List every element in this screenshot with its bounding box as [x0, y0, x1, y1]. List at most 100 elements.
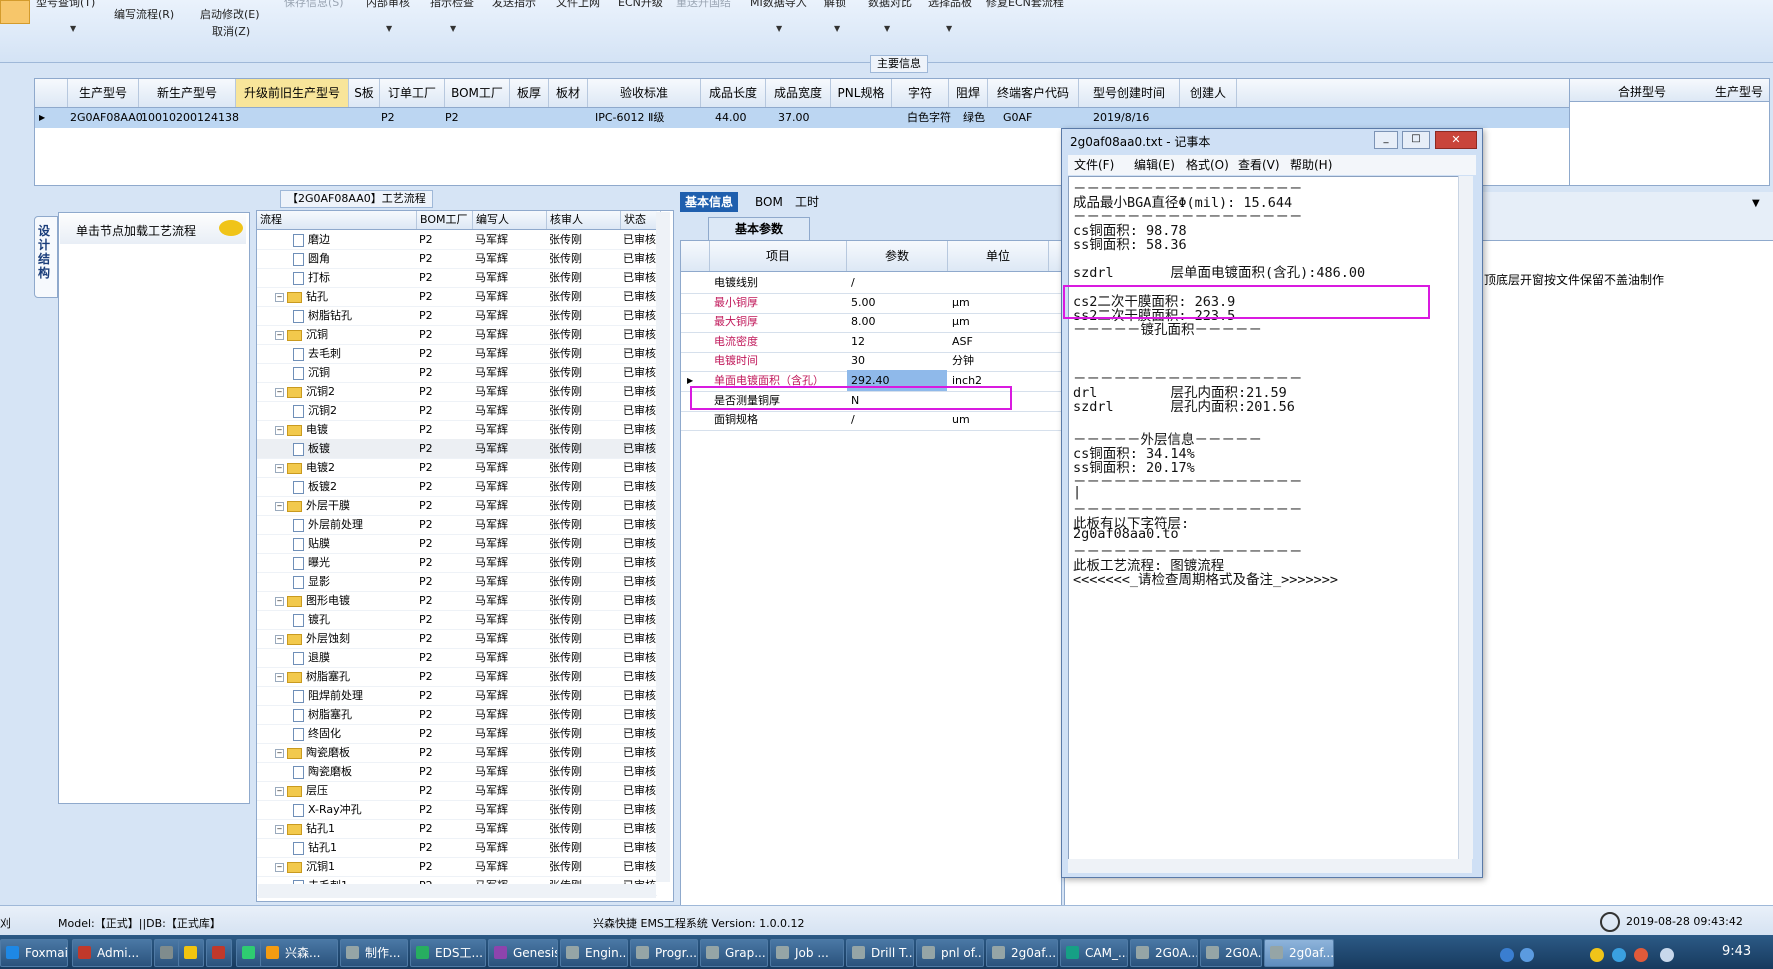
tree-node[interactable]: 打标	[293, 268, 413, 287]
col-flow[interactable]: 流程	[257, 211, 417, 229]
tree-cell-reviewer[interactable]: 张传刚	[549, 249, 619, 268]
tree-node[interactable]: 去毛刺	[293, 344, 413, 363]
tree-cell-bom[interactable]: P2	[419, 705, 469, 724]
tree-cell-reviewer[interactable]: 张传刚	[549, 724, 619, 743]
tree-cell-status[interactable]: 已审核	[623, 268, 657, 287]
tree-cell-reviewer[interactable]: 张传刚	[549, 306, 619, 325]
param-value[interactable]: 8.00	[851, 311, 947, 332]
tree-cell-reviewer[interactable]: 张传刚	[549, 439, 619, 458]
tree-cell-reviewer[interactable]: 张传刚	[549, 534, 619, 553]
tree-row[interactable]: 曝光 P2 马军辉 张传刚 已审核	[257, 553, 657, 573]
dropdown-arrow-icon[interactable]: ▼	[834, 24, 840, 33]
param-item[interactable]: 最大铜厚	[714, 311, 844, 332]
select-board-button[interactable]: 选择品板	[928, 0, 972, 10]
dropdown-arrow-icon[interactable]: ▼	[386, 24, 392, 33]
tree-cell-bom[interactable]: P2	[419, 477, 469, 496]
taskbar-button[interactable]: 2g0af...	[1264, 939, 1334, 967]
col-char[interactable]: 字符	[892, 79, 949, 107]
tree-cell-status[interactable]: 已审核	[623, 591, 657, 610]
param-row[interactable]: 面铜规格 / um	[681, 409, 1061, 432]
tree-row[interactable]: − 层压 P2 马军辉 张传刚 已审核	[257, 781, 657, 801]
tree-cell-writer[interactable]: 马军辉	[475, 838, 545, 857]
cell-width[interactable]: 37.00	[778, 108, 810, 128]
tree-node[interactable]: 沉铜2	[293, 401, 413, 420]
tree-vertical-scrollbar[interactable]	[656, 212, 670, 882]
tree-cell-writer[interactable]: 马军辉	[475, 819, 545, 838]
taskbar-button[interactable]: Progr...	[630, 939, 698, 967]
param-value[interactable]: /	[851, 272, 947, 293]
tree-cell-reviewer[interactable]: 张传刚	[549, 382, 619, 401]
tree-cell-bom[interactable]: P2	[419, 496, 469, 515]
collapse-arrow-icon[interactable]: ▼	[1752, 198, 1760, 209]
dropdown-arrow-icon[interactable]: ▼	[70, 24, 76, 33]
tree-node[interactable]: − 钻孔1	[275, 819, 413, 838]
tree-node[interactable]: X-Ray冲孔	[293, 800, 413, 819]
tree-horizontal-scrollbar[interactable]	[258, 884, 656, 898]
tree-cell-reviewer[interactable]: 张传刚	[549, 420, 619, 439]
col-bom-factory[interactable]: BOM工厂	[417, 211, 473, 229]
dropdown-arrow-icon[interactable]: ▼	[884, 24, 890, 33]
menu-file[interactable]: 文件(F)	[1074, 155, 1114, 175]
security-icon[interactable]	[1590, 948, 1604, 962]
tree-cell-writer[interactable]: 马军辉	[475, 648, 545, 667]
tree-row[interactable]: 外层前处理 P2 马军辉 张传刚 已审核	[257, 515, 657, 535]
tree-cell-status[interactable]: 已审核	[623, 800, 657, 819]
tree-cell-status[interactable]: 已审核	[623, 724, 657, 743]
tree-row[interactable]: − 钻孔 P2 马军辉 张传刚 已审核	[257, 287, 657, 307]
tree-cell-status[interactable]: 已审核	[623, 382, 657, 401]
tree-cell-writer[interactable]: 马军辉	[475, 534, 545, 553]
ecn-upgrade-button[interactable]: ECN升级	[618, 0, 663, 10]
tree-cell-status[interactable]: 已审核	[623, 762, 657, 781]
tree-row[interactable]: 打标 P2 马军辉 张传刚 已审核	[257, 268, 657, 288]
tree-cell-status[interactable]: 已审核	[623, 344, 657, 363]
tab-bom[interactable]: BOM	[750, 192, 788, 212]
taskbar-button[interactable]: Grap...	[700, 939, 768, 967]
cell-bom-factory[interactable]: P2	[445, 108, 459, 128]
tree-node[interactable]: − 沉铜1	[275, 857, 413, 876]
cell-created[interactable]: 2019/8/16	[1093, 108, 1149, 128]
param-item[interactable]: 面铜规格	[714, 409, 844, 430]
save-info-button[interactable]: 保存信息(S)	[284, 0, 344, 10]
tree-cell-status[interactable]: 已审核	[623, 838, 657, 857]
tree-cell-bom[interactable]: P2	[419, 382, 469, 401]
tree-row[interactable]: − 外层干膜 P2 马军辉 张传刚 已审核	[257, 496, 657, 516]
tree-node[interactable]: 阻焊前处理	[293, 686, 413, 705]
tree-row[interactable]: 显影 P2 马军辉 张传刚 已审核	[257, 572, 657, 592]
tree-cell-writer[interactable]: 马军辉	[475, 230, 545, 249]
tree-cell-status[interactable]: 已审核	[623, 610, 657, 629]
tree-row[interactable]: 板镀2 P2 马军辉 张传刚 已审核	[257, 477, 657, 497]
tree-row[interactable]: 退膜 P2 马军辉 张传刚 已审核	[257, 648, 657, 668]
tree-row[interactable]: 去毛刺 P2 马军辉 张传刚 已审核	[257, 344, 657, 364]
tree-cell-status[interactable]: 已审核	[623, 420, 657, 439]
cancel-button[interactable]: 取消(Z)	[212, 23, 250, 39]
taskbar-button[interactable]: 2G0A...	[1200, 939, 1262, 967]
tree-node[interactable]: 圆角	[293, 249, 413, 268]
tree-cell-reviewer[interactable]: 张传刚	[549, 686, 619, 705]
tree-cell-writer[interactable]: 马军辉	[475, 743, 545, 762]
tree-cell-writer[interactable]: 马军辉	[475, 857, 545, 876]
tree-cell-bom[interactable]: P2	[419, 344, 469, 363]
col-order-factory[interactable]: 订单工厂	[380, 79, 445, 107]
tree-cell-bom[interactable]: P2	[419, 249, 469, 268]
tree-cell-writer[interactable]: 马军辉	[475, 249, 545, 268]
tree-node[interactable]: − 陶瓷磨板	[275, 743, 413, 762]
col-writer[interactable]: 编写人	[473, 211, 547, 229]
tree-cell-writer[interactable]: 马军辉	[475, 553, 545, 572]
tree-cell-reviewer[interactable]: 张传刚	[549, 591, 619, 610]
tree-cell-status[interactable]: 已审核	[623, 439, 657, 458]
tree-node[interactable]: 退膜	[293, 648, 413, 667]
tree-node[interactable]: 贴膜	[293, 534, 413, 553]
col-prod-no[interactable]: 生产型号	[68, 79, 139, 107]
tree-cell-reviewer[interactable]: 张传刚	[549, 496, 619, 515]
tree-node[interactable]: 板镀2	[293, 477, 413, 496]
tree-cell-bom[interactable]: P2	[419, 572, 469, 591]
tree-cell-writer[interactable]: 马军辉	[475, 686, 545, 705]
tree-cell-writer[interactable]: 马军辉	[475, 439, 545, 458]
tree-cell-writer[interactable]: 马军辉	[475, 724, 545, 743]
tree-row[interactable]: − 图形电镀 P2 马军辉 张传刚 已审核	[257, 591, 657, 611]
tree-cell-reviewer[interactable]: 张传刚	[549, 363, 619, 382]
col-material[interactable]: 板材	[549, 79, 588, 107]
param-unit[interactable]: 分钟	[952, 350, 1048, 371]
tree-node[interactable]: − 层压	[275, 781, 413, 800]
notepad-vertical-scrollbar[interactable]	[1458, 176, 1473, 859]
